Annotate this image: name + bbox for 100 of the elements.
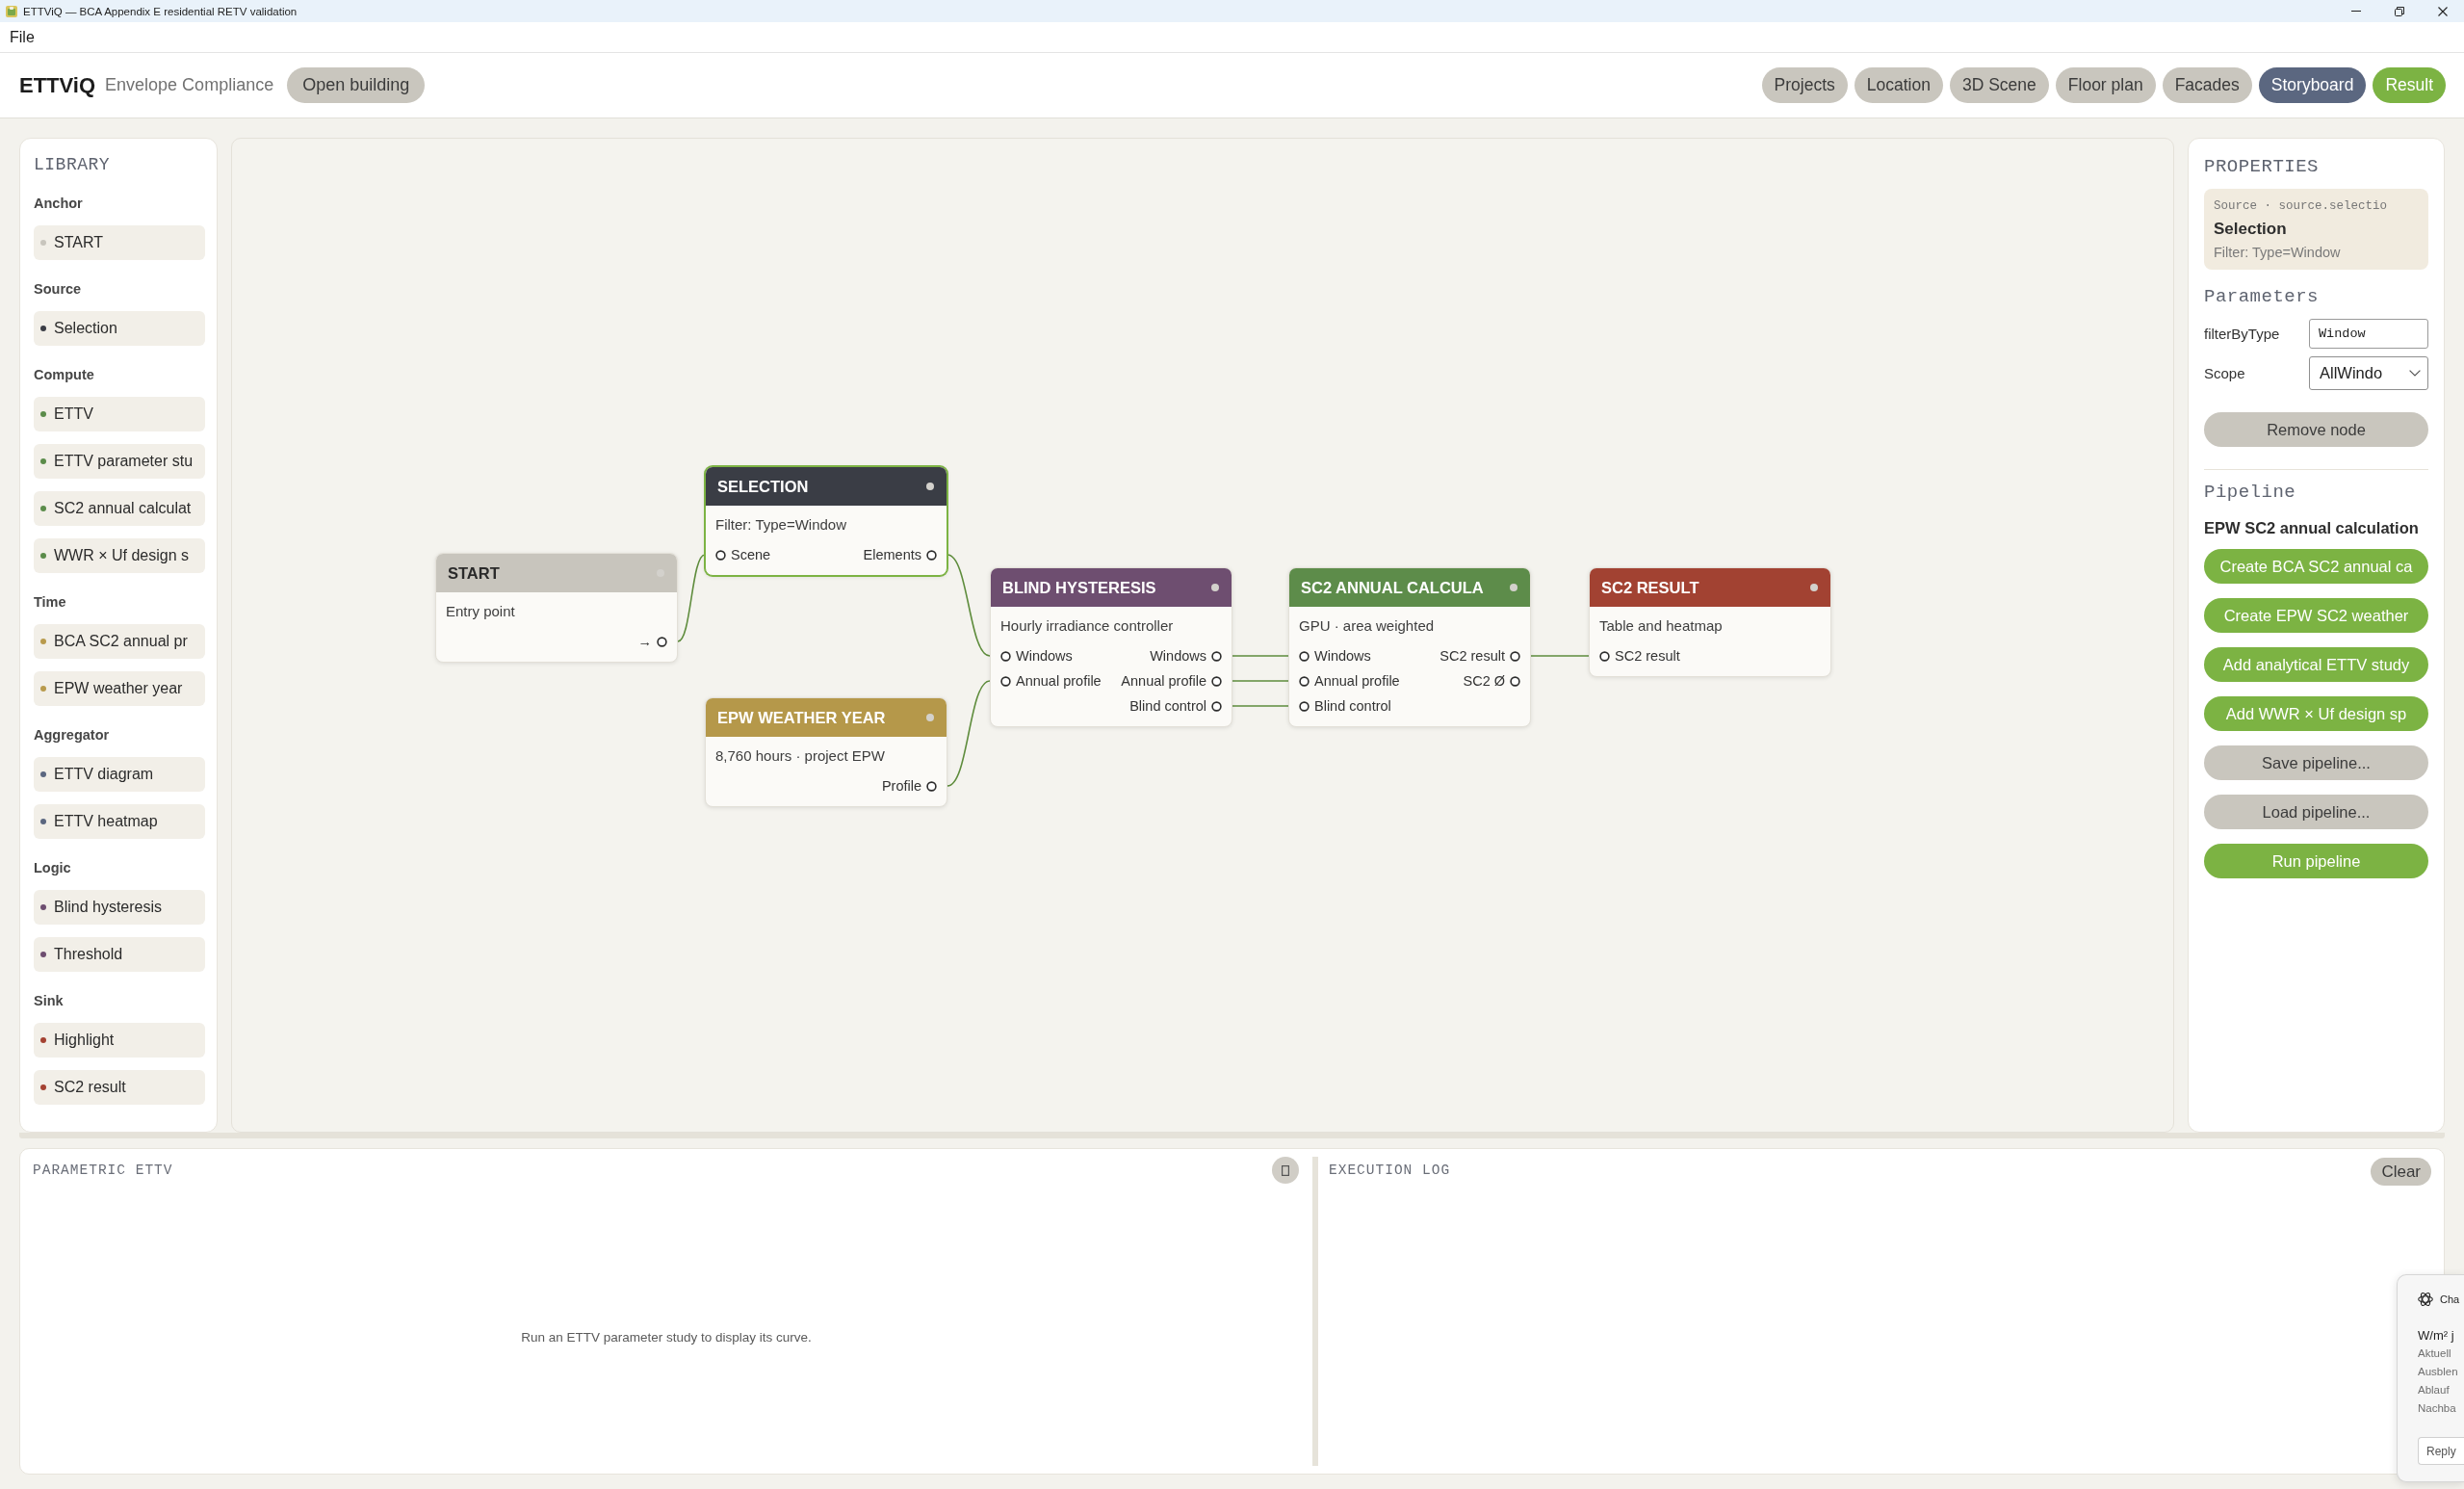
port-icon[interactable] — [926, 780, 937, 792]
port-label: Annual profile — [1314, 673, 1400, 689]
port-label: Windows — [1314, 648, 1371, 664]
port-icon[interactable] — [1000, 650, 1011, 662]
notification-app-name: Cha — [2440, 1293, 2460, 1305]
library-item[interactable]: EPW weather year — [34, 671, 205, 706]
pane-title: PARAMETRIC ETTV — [33, 1162, 173, 1179]
pane-title: EXECUTION LOG — [1329, 1162, 1451, 1179]
status-dot-icon — [1810, 584, 1818, 591]
remove-node-button[interactable]: Remove node — [2204, 412, 2428, 447]
port-icon[interactable] — [1000, 675, 1011, 687]
restore-icon[interactable] — [2394, 6, 2404, 16]
edge-line — [1232, 680, 1289, 682]
port-label: Scene — [731, 547, 771, 562]
library-item[interactable]: ETTV parameter stu — [34, 444, 205, 479]
reply-button[interactable]: Reply — [2418, 1437, 2464, 1465]
node-title: EPW WEATHER YEAR — [717, 708, 886, 727]
node-title: BLIND HYSTERESIS — [1002, 578, 1156, 597]
notification-text: Ausblen — [2418, 1365, 2459, 1379]
port-icon[interactable] — [715, 549, 726, 561]
node-description: GPU · area weighted — [1299, 616, 1436, 636]
port-icon[interactable] — [1211, 700, 1222, 712]
library-group-label: Logic — [34, 859, 72, 877]
library-item[interactable]: SC2 result — [34, 1070, 205, 1105]
edge-line — [1530, 655, 1590, 657]
parameters-heading: Parameters — [2204, 286, 2321, 307]
pipeline-heading: Pipeline — [2204, 482, 2297, 503]
notification-text: Ablauf — [2418, 1383, 2451, 1398]
library-item[interactable]: Threshold — [34, 937, 205, 972]
library-item[interactable]: START — [34, 225, 205, 260]
node-card[interactable]: EPW WEATHER YEAR 8,760 hours · project EPW Profile — [705, 697, 947, 807]
library-item[interactable]: Highlight — [34, 1023, 205, 1058]
library-item[interactable]: ETTV diagram — [34, 757, 205, 792]
port-label: Elements — [863, 547, 921, 562]
port-label: Annual profile — [1016, 673, 1102, 689]
library-item[interactable]: ETTV — [34, 397, 205, 431]
nav-tab[interactable]: Floor plan — [2055, 67, 2156, 103]
library-group-label: Time — [34, 593, 67, 612]
chevron-down-icon — [2409, 370, 2421, 377]
edge-line — [1232, 705, 1289, 707]
status-dot-icon — [1510, 584, 1517, 591]
library-group-label: Source — [34, 280, 83, 299]
knot-icon — [2418, 1292, 2433, 1307]
port-label: Windows — [1150, 648, 1206, 664]
minimize-icon[interactable] — [2350, 11, 2361, 12]
node-card[interactable]: SELECTION Filter: Type=Window Scene Elements — [705, 466, 947, 576]
notification-text: Aktuell — [2418, 1346, 2452, 1361]
port-icon[interactable] — [1599, 650, 1610, 662]
library-item[interactable]: Selection — [34, 311, 205, 346]
menu-item[interactable]: File — [10, 28, 35, 46]
port-label: Profile — [881, 778, 921, 794]
port-icon[interactable] — [657, 636, 667, 647]
app-name: ETTViQ — [19, 72, 96, 98]
port-label: Blind control — [1314, 698, 1391, 714]
port-icon[interactable] — [926, 549, 937, 561]
dropdown-field[interactable]: AllWindo — [2309, 356, 2428, 390]
text-input-field[interactable]: Window — [2309, 319, 2428, 349]
library-item[interactable]: ETTV heatmap — [34, 804, 205, 839]
nav-tab[interactable]: Facades — [2162, 67, 2252, 103]
library-item[interactable]: BCA SC2 annual pr — [34, 624, 205, 659]
pipeline-button[interactable]: Load pipeline... — [2204, 795, 2428, 829]
nav-tab[interactable]: 3D Scene — [1949, 67, 2049, 103]
node-card[interactable]: BLIND HYSTERESIS Hourly irradiance controller Windows Windows Annual profile Annual profile Blind control — [990, 567, 1232, 727]
library-item[interactable]: WWR × Uf design s — [34, 538, 205, 573]
port-icon[interactable] — [1299, 675, 1310, 687]
node-card[interactable]: START Entry point → — [435, 553, 678, 663]
port-icon[interactable] — [1299, 700, 1310, 712]
node-description: Hourly irradiance controller — [1000, 616, 1175, 636]
status-dot-icon — [926, 714, 934, 721]
node-description: 8,760 hours · project EPW — [715, 746, 886, 766]
port-label: Blind control — [1129, 698, 1206, 714]
port-icon[interactable] — [1211, 650, 1222, 662]
node-card[interactable]: SC2 ANNUAL CALCULA GPU · area weighted Windows SC2 result Annual profile SC2 Ø Blind control — [1288, 567, 1531, 727]
pipeline-button[interactable]: Save pipeline... — [2204, 745, 2428, 780]
clear-button[interactable]: Clear — [2371, 1158, 2431, 1186]
library-item[interactable]: SC2 annual calculat — [34, 491, 205, 526]
port-label: SC2 result — [1439, 648, 1505, 664]
port-icon[interactable] — [1510, 650, 1520, 662]
port-icon[interactable] — [1299, 650, 1310, 662]
status-dot-icon — [926, 483, 934, 490]
port-label: → — [637, 634, 652, 649]
notification-heading: W/m² j — [2418, 1327, 2455, 1345]
pipeline-name: EPW SC2 annual calculation — [2204, 518, 2420, 537]
port-label: Windows — [1016, 648, 1073, 664]
nav-tab[interactable]: Storyboard — [2258, 67, 2367, 103]
rectangle-icon — [1282, 1164, 1289, 1176]
field-label: filterByType — [2204, 326, 2280, 342]
port-label: SC2 result — [1615, 648, 1680, 664]
port-icon[interactable] — [1211, 675, 1222, 687]
close-icon[interactable] — [2437, 6, 2448, 16]
library-title: LIBRARY — [34, 154, 112, 175]
nav-tab[interactable]: Location — [1854, 67, 1943, 103]
nav-tab[interactable]: Projects — [1761, 67, 1848, 103]
node-card[interactable]: SC2 RESULT Table and heatmap SC2 result — [1589, 567, 1831, 677]
library-item[interactable]: Blind hysteresis — [34, 890, 205, 925]
port-label: Annual profile — [1121, 673, 1206, 689]
pane-toggle-button[interactable] — [1272, 1157, 1299, 1184]
port-icon[interactable] — [1510, 675, 1520, 687]
node-description: Table and heatmap — [1599, 616, 1724, 636]
open-building-button[interactable]: Open building — [287, 67, 426, 103]
